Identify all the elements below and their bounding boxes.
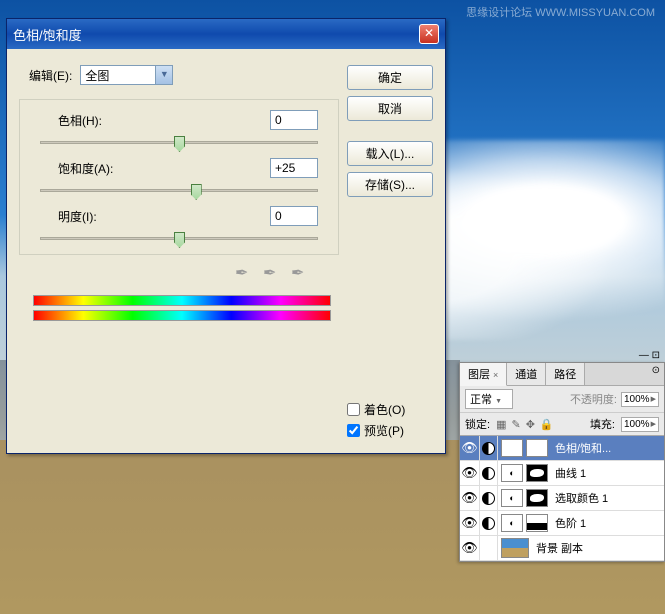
lock-label: 锁定:	[465, 416, 490, 432]
hue-saturation-dialog: 色相/饱和度 ✕ 编辑(E): ▼ 色相(H):	[6, 18, 446, 454]
layer-icon: ◐	[501, 489, 523, 507]
adjustment-icon	[480, 511, 498, 535]
visibility-icon[interactable]: 👁	[460, 461, 480, 485]
layer-name[interactable]: 色相/饱和...	[551, 440, 664, 456]
save-button[interactable]: 存储(S)...	[347, 172, 433, 197]
hue-slider[interactable]	[40, 136, 318, 150]
mask-thumb[interactable]	[526, 514, 548, 532]
preview-option[interactable]: 预览(P)	[347, 422, 433, 439]
layer-row[interactable]: 👁 ◐ 选取颜色 1	[460, 486, 664, 511]
ok-button[interactable]: 确定	[347, 65, 433, 90]
eyedropper-icon[interactable]: ✒	[235, 263, 253, 281]
layer-row[interactable]: 👁 ◐ 曲线 1	[460, 461, 664, 486]
panel-collapse-icon[interactable]: — ⊡	[639, 350, 660, 361]
hue-input[interactable]	[270, 110, 318, 130]
eyedropper-add-icon[interactable]: ✒	[263, 263, 281, 281]
layer-row[interactable]: 👁 ◐ 色相/饱和...	[460, 436, 664, 461]
visibility-icon[interactable]: 👁	[460, 486, 480, 510]
visibility-icon[interactable]: 👁	[460, 511, 480, 535]
load-button[interactable]: 载入(L)...	[347, 141, 433, 166]
sliders-group: 色相(H): 饱和度(A):	[19, 99, 339, 255]
tab-layers[interactable]: 图层×	[460, 363, 507, 386]
preview-checkbox[interactable]	[347, 424, 360, 437]
layer-name[interactable]: 曲线 1	[551, 465, 664, 481]
tab-paths[interactable]: 路径	[546, 363, 585, 385]
colorize-checkbox[interactable]	[347, 403, 360, 416]
adjustment-icon	[480, 461, 498, 485]
layer-icon: ◐	[501, 439, 523, 457]
eyedropper-subtract-icon[interactable]: ✒	[291, 263, 309, 281]
edit-combobox[interactable]: ▼	[80, 65, 173, 85]
layers-panel: — ⊡ 图层× 通道 路径 ⊙ 正常 ▼ 不透明度: 100%▶ 锁定: ▦ ✎…	[459, 362, 665, 562]
edit-combo-input[interactable]	[81, 66, 155, 84]
hue-thumb[interactable]	[174, 136, 185, 152]
blend-mode-select[interactable]: 正常 ▼	[465, 389, 513, 409]
lightness-input[interactable]	[270, 206, 318, 226]
dialog-titlebar[interactable]: 色相/饱和度 ✕	[7, 19, 445, 49]
visibility-icon[interactable]: 👁	[460, 436, 480, 460]
layer-name[interactable]: 色阶 1	[551, 515, 664, 531]
mask-thumb[interactable]	[526, 489, 548, 507]
gradient-bar-bottom	[33, 310, 331, 321]
tab-channels[interactable]: 通道	[507, 363, 546, 385]
saturation-input[interactable]	[270, 158, 318, 178]
edit-label: 编辑(E):	[29, 67, 72, 84]
lightness-label: 明度(I):	[58, 208, 97, 225]
lock-position-icon[interactable]: ✥	[526, 418, 535, 431]
close-button[interactable]: ✕	[419, 24, 439, 44]
watermark-text: 思缘设计论坛 WWW.MISSYUAN.COM	[466, 4, 655, 20]
layer-icon: ◐	[501, 514, 523, 532]
fill-label: 填充:	[590, 416, 615, 432]
cancel-button[interactable]: 取消	[347, 96, 433, 121]
lock-transparency-icon[interactable]: ▦	[496, 418, 506, 431]
adjustment-icon	[480, 436, 498, 460]
adjustment-icon	[480, 486, 498, 510]
saturation-slider[interactable]	[40, 184, 318, 198]
tab-close-icon[interactable]: ×	[490, 370, 498, 380]
lightness-slider[interactable]	[40, 232, 318, 246]
opacity-input[interactable]: 100%▶	[621, 392, 659, 407]
hue-label: 色相(H):	[58, 112, 102, 129]
layers-list: 👁 ◐ 色相/饱和... 👁 ◐ 曲线 1 👁 ◐ 选取颜色 1 👁 ◐ 色阶 …	[460, 436, 664, 561]
gradient-bar-top	[33, 295, 331, 306]
visibility-icon[interactable]: 👁	[460, 536, 480, 560]
lightness-thumb[interactable]	[174, 232, 185, 248]
combo-arrow-icon[interactable]: ▼	[155, 66, 172, 84]
layer-icon: ◐	[501, 464, 523, 482]
colorize-option[interactable]: 着色(O)	[347, 401, 433, 418]
mask-thumb[interactable]	[526, 464, 548, 482]
saturation-label: 饱和度(A):	[58, 160, 113, 177]
fill-input[interactable]: 100%▶	[621, 417, 659, 432]
opacity-label: 不透明度:	[570, 391, 617, 407]
dialog-title: 色相/饱和度	[13, 25, 82, 44]
saturation-thumb[interactable]	[191, 184, 202, 200]
link-cell[interactable]	[480, 536, 498, 560]
layer-name[interactable]: 背景 副本	[532, 540, 658, 556]
lock-all-icon[interactable]: 🔒	[540, 418, 554, 431]
image-thumb[interactable]	[501, 538, 529, 558]
layer-row[interactable]: 👁 ◐ 色阶 1	[460, 511, 664, 536]
layer-name[interactable]: 选取颜色 1	[551, 490, 664, 506]
hue-gradient-bars	[33, 295, 331, 321]
layer-row[interactable]: 👁 背景 副本	[460, 536, 664, 561]
mask-thumb[interactable]	[526, 439, 548, 457]
lock-pixels-icon[interactable]: ✎	[511, 418, 520, 431]
panel-menu-icon[interactable]: ⊙	[652, 365, 660, 376]
